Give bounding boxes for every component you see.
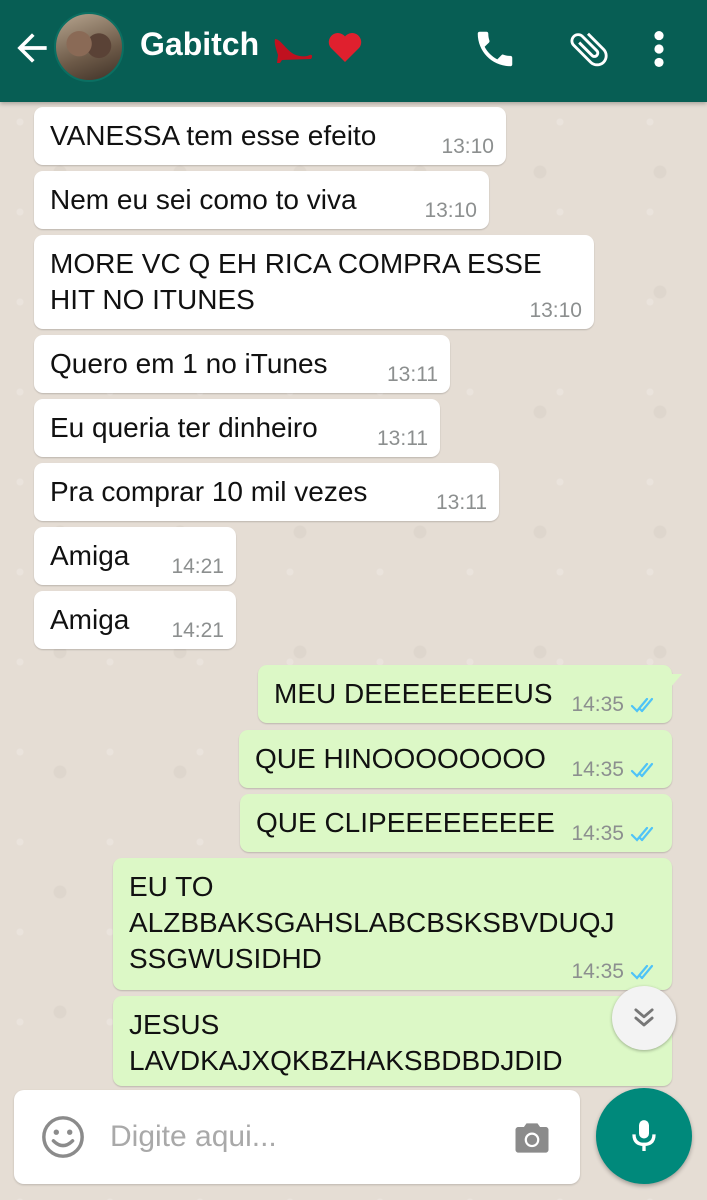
message-input[interactable] [110,1112,480,1162]
contact-name-area[interactable]: Gabitch [140,26,363,65]
incoming-message[interactable]: MORE VC Q EH RICA COMPRA ESSE HIT NO ITU… [34,235,594,329]
message-text: MORE VC Q EH RICA COMPRA ESSE HIT NO ITU… [50,248,542,315]
message-meta: 14:21 [171,619,224,643]
more-vert-icon[interactable] [646,26,672,72]
message-time: 13:10 [424,199,477,222]
double-chevron-down-icon [634,1008,654,1027]
chat-header: Gabitch [0,0,707,102]
message-composer [14,1090,580,1184]
emoji-icon[interactable] [40,1114,86,1160]
message-text: Pra comprar 10 mil vezes [50,476,368,507]
outgoing-message[interactable]: QUE HINOOOOOOOO 14:35 [239,730,672,788]
outgoing-message[interactable]: JESUS LAVDKAJXQKBZHAKSBDBDJDID [113,996,672,1086]
read-receipt-icon [630,964,654,980]
message-text: Eu queria ter dinheiro [50,412,318,443]
incoming-message[interactable]: Eu queria ter dinheiro 13:11 [34,399,440,457]
message-meta: 14:35 [571,693,660,717]
message-time: 13:10 [529,299,582,322]
message-meta: 14:35 [571,758,660,782]
heart-icon [328,32,362,62]
incoming-message[interactable]: Quero em 1 no iTunes 13:11 [34,335,450,393]
message-time: 14:21 [171,555,224,578]
incoming-message[interactable]: Amiga 14:21 [34,527,236,585]
contact-name: Gabitch [140,26,260,62]
scroll-to-bottom-button[interactable] [612,986,676,1050]
mic-button[interactable] [596,1088,692,1184]
message-time: 14:35 [571,822,624,845]
high-heel-icon [274,38,313,63]
camera-icon[interactable] [510,1116,554,1160]
read-receipt-icon [630,826,654,842]
message-time: 13:11 [436,491,487,514]
message-time: 13:10 [441,135,494,158]
back-arrow-icon[interactable] [10,26,54,70]
avatar[interactable] [54,12,124,82]
bubble-tail [666,665,684,688]
incoming-message[interactable]: Nem eu sei como to viva 13:10 [34,171,489,229]
outgoing-message[interactable]: QUE CLIPEEEEEEEEE 14:35 [240,794,672,852]
microphone-icon [632,1120,656,1151]
message-meta: 13:11 [377,427,428,451]
paperclip-icon[interactable] [566,26,612,72]
outgoing-message[interactable]: EU TO ALZBBAKSGAHSLABCBSKSBVDUQJ SSGWUSI… [113,858,672,990]
message-list[interactable]: VANESSA tem esse efeito 13:10 Nem eu sei c… [0,102,707,1200]
message-time: 14:21 [171,619,224,642]
message-meta: 13:10 [424,199,477,223]
message-time: 13:11 [387,363,438,386]
outgoing-message[interactable]: MEU DEEEEEEEEUS 14:35 [258,665,682,723]
message-meta: 13:11 [436,491,487,515]
phone-icon[interactable] [472,26,518,72]
message-meta: 14:21 [171,555,224,579]
message-text: Nem eu sei como to viva [50,184,357,215]
message-meta: 14:35 [571,960,660,984]
message-time: 13:11 [377,427,428,450]
message-time: 14:35 [571,960,624,983]
message-meta: 13:10 [441,135,494,159]
read-receipt-icon [630,697,654,713]
incoming-message[interactable]: Pra comprar 10 mil vezes 13:11 [34,463,499,521]
message-meta: 14:35 [571,822,660,846]
incoming-message[interactable]: Amiga 14:21 [34,591,236,649]
message-text: Quero em 1 no iTunes [50,348,328,379]
read-receipt-icon [630,762,654,778]
message-text: VANESSA tem esse efeito [50,120,377,151]
message-time: 14:35 [571,758,624,781]
message-meta: 13:10 [529,299,582,323]
message-meta: 13:11 [387,363,438,387]
message-text: JESUS LAVDKAJXQKBZHAKSBDBDJDID [129,1009,563,1076]
incoming-message[interactable]: VANESSA tem esse efeito 13:10 [34,107,506,165]
message-time: 14:35 [571,693,624,716]
